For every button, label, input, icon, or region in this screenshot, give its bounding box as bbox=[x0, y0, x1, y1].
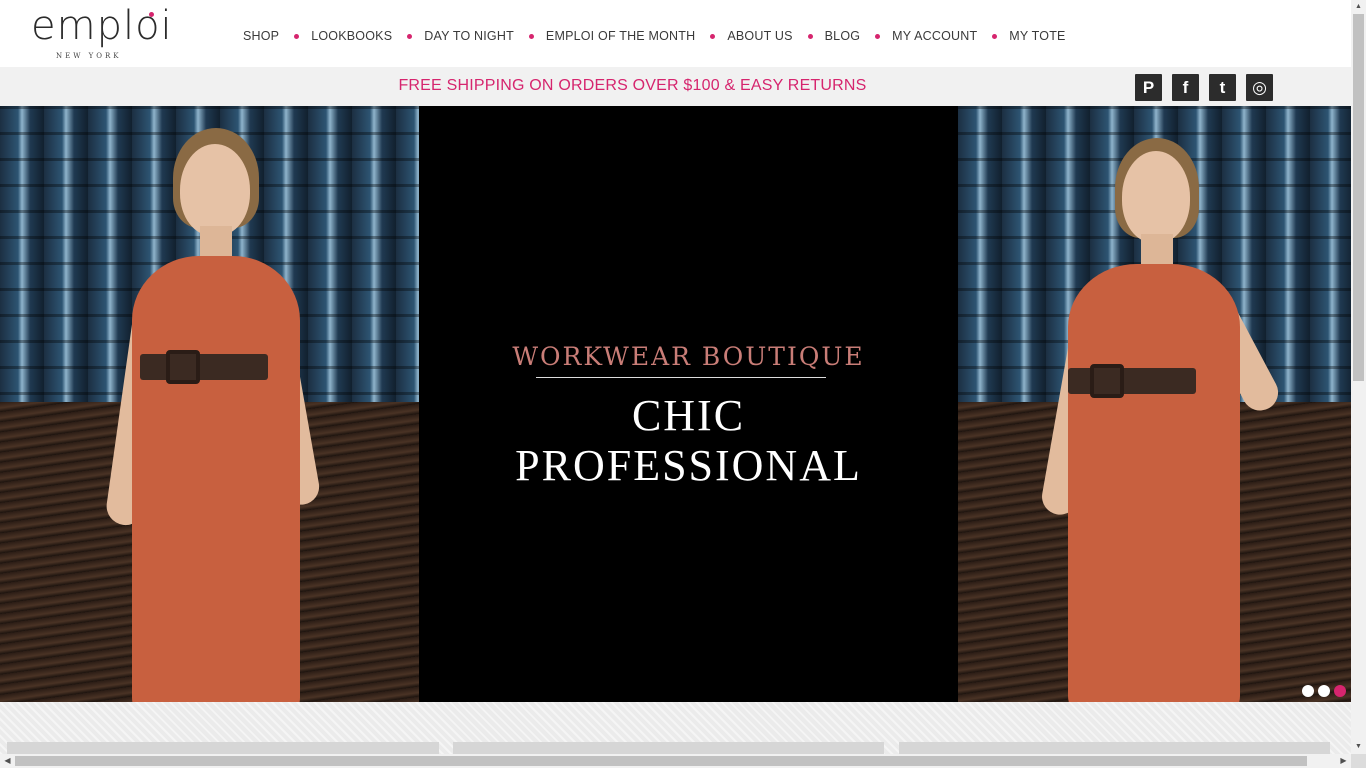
facebook-icon[interactable]: f bbox=[1172, 74, 1199, 101]
nav-emploi-of-the-month[interactable]: EMPLOI OF THE MONTH bbox=[546, 28, 695, 44]
horizontal-scroll-thumb[interactable] bbox=[15, 756, 1307, 766]
nav-separator-dot bbox=[992, 33, 998, 39]
pinterest-icon[interactable]: P bbox=[1135, 74, 1162, 101]
shipping-message: FREE SHIPPING ON ORDERS OVER $100 & EASY… bbox=[398, 77, 867, 94]
hero-slider[interactable]: WORKWEAR BOUTIQUE CHIC PROFESSIONAL bbox=[0, 106, 1351, 702]
nav-my-account[interactable]: MY ACCOUNT bbox=[892, 28, 977, 44]
nav-separator-dot bbox=[875, 33, 881, 39]
feature-section bbox=[0, 702, 1351, 754]
nav-separator-dot bbox=[528, 33, 534, 39]
nav-shop[interactable]: SHOP bbox=[243, 28, 279, 44]
social-links: P f t ◎ bbox=[1135, 74, 1273, 101]
slide-dot-1[interactable] bbox=[1302, 685, 1314, 697]
nav-about-us[interactable]: ABOUT US bbox=[727, 28, 792, 44]
main-nav: SHOP LOOKBOOKS DAY TO NIGHT EMPLOI OF TH… bbox=[243, 28, 1066, 44]
scrollbar-corner bbox=[1351, 754, 1366, 768]
instagram-icon[interactable]: ◎ bbox=[1246, 74, 1273, 101]
hero-tagline: WORKWEAR BOUTIQUE bbox=[512, 342, 865, 371]
hero-text-panel: WORKWEAR BOUTIQUE CHIC PROFESSIONAL bbox=[419, 106, 958, 702]
hero-title-line1: CHIC bbox=[631, 391, 746, 440]
horizontal-scrollbar[interactable]: ◀ ▶ bbox=[0, 754, 1351, 768]
model-figure bbox=[0, 106, 419, 702]
logo-subtitle: NEW YORK bbox=[56, 52, 122, 60]
emploi-logo[interactable]: emploi NEW YORK bbox=[31, 6, 172, 64]
slide-dot-2[interactable] bbox=[1318, 685, 1330, 697]
logo-dot bbox=[149, 12, 154, 17]
feature-card[interactable] bbox=[899, 742, 1330, 754]
vertical-scrollbar[interactable]: ▲ ▼ bbox=[1351, 0, 1366, 754]
nav-separator-dot bbox=[710, 33, 716, 39]
nav-lookbooks[interactable]: LOOKBOOKS bbox=[311, 28, 392, 44]
tagline-rule bbox=[536, 377, 826, 378]
shipping-banner: FREE SHIPPING ON ORDERS OVER $100 & EASY… bbox=[0, 67, 1351, 106]
site-header: emploi NEW YORK SHOP LOOKBOOKS DAY TO NI… bbox=[0, 0, 1351, 67]
scroll-up-arrow[interactable]: ▲ bbox=[1351, 0, 1366, 14]
nav-my-tote[interactable]: MY TOTE bbox=[1009, 28, 1065, 44]
scroll-right-arrow[interactable]: ▶ bbox=[1336, 754, 1351, 768]
model-figure bbox=[958, 106, 1351, 702]
hero-title-line2: PROFESSIONAL bbox=[515, 441, 862, 490]
feature-card[interactable] bbox=[453, 742, 884, 754]
nav-separator-dot bbox=[807, 33, 813, 39]
nav-blog[interactable]: BLOG bbox=[825, 28, 861, 44]
slider-dots bbox=[1302, 685, 1346, 697]
slide-dot-3[interactable] bbox=[1334, 685, 1346, 697]
nav-separator-dot bbox=[294, 33, 300, 39]
nav-day-to-night[interactable]: DAY TO NIGHT bbox=[424, 28, 514, 44]
nav-separator-dot bbox=[407, 33, 413, 39]
page: emploi NEW YORK SHOP LOOKBOOKS DAY TO NI… bbox=[0, 0, 1351, 768]
feature-card[interactable] bbox=[7, 742, 439, 754]
scroll-down-arrow[interactable]: ▼ bbox=[1351, 740, 1366, 754]
hero-photo-right bbox=[958, 106, 1351, 702]
vertical-scroll-thumb[interactable] bbox=[1353, 14, 1364, 381]
hero-photo-left bbox=[0, 106, 419, 702]
scroll-left-arrow[interactable]: ◀ bbox=[0, 754, 15, 768]
twitter-icon[interactable]: t bbox=[1209, 74, 1236, 101]
